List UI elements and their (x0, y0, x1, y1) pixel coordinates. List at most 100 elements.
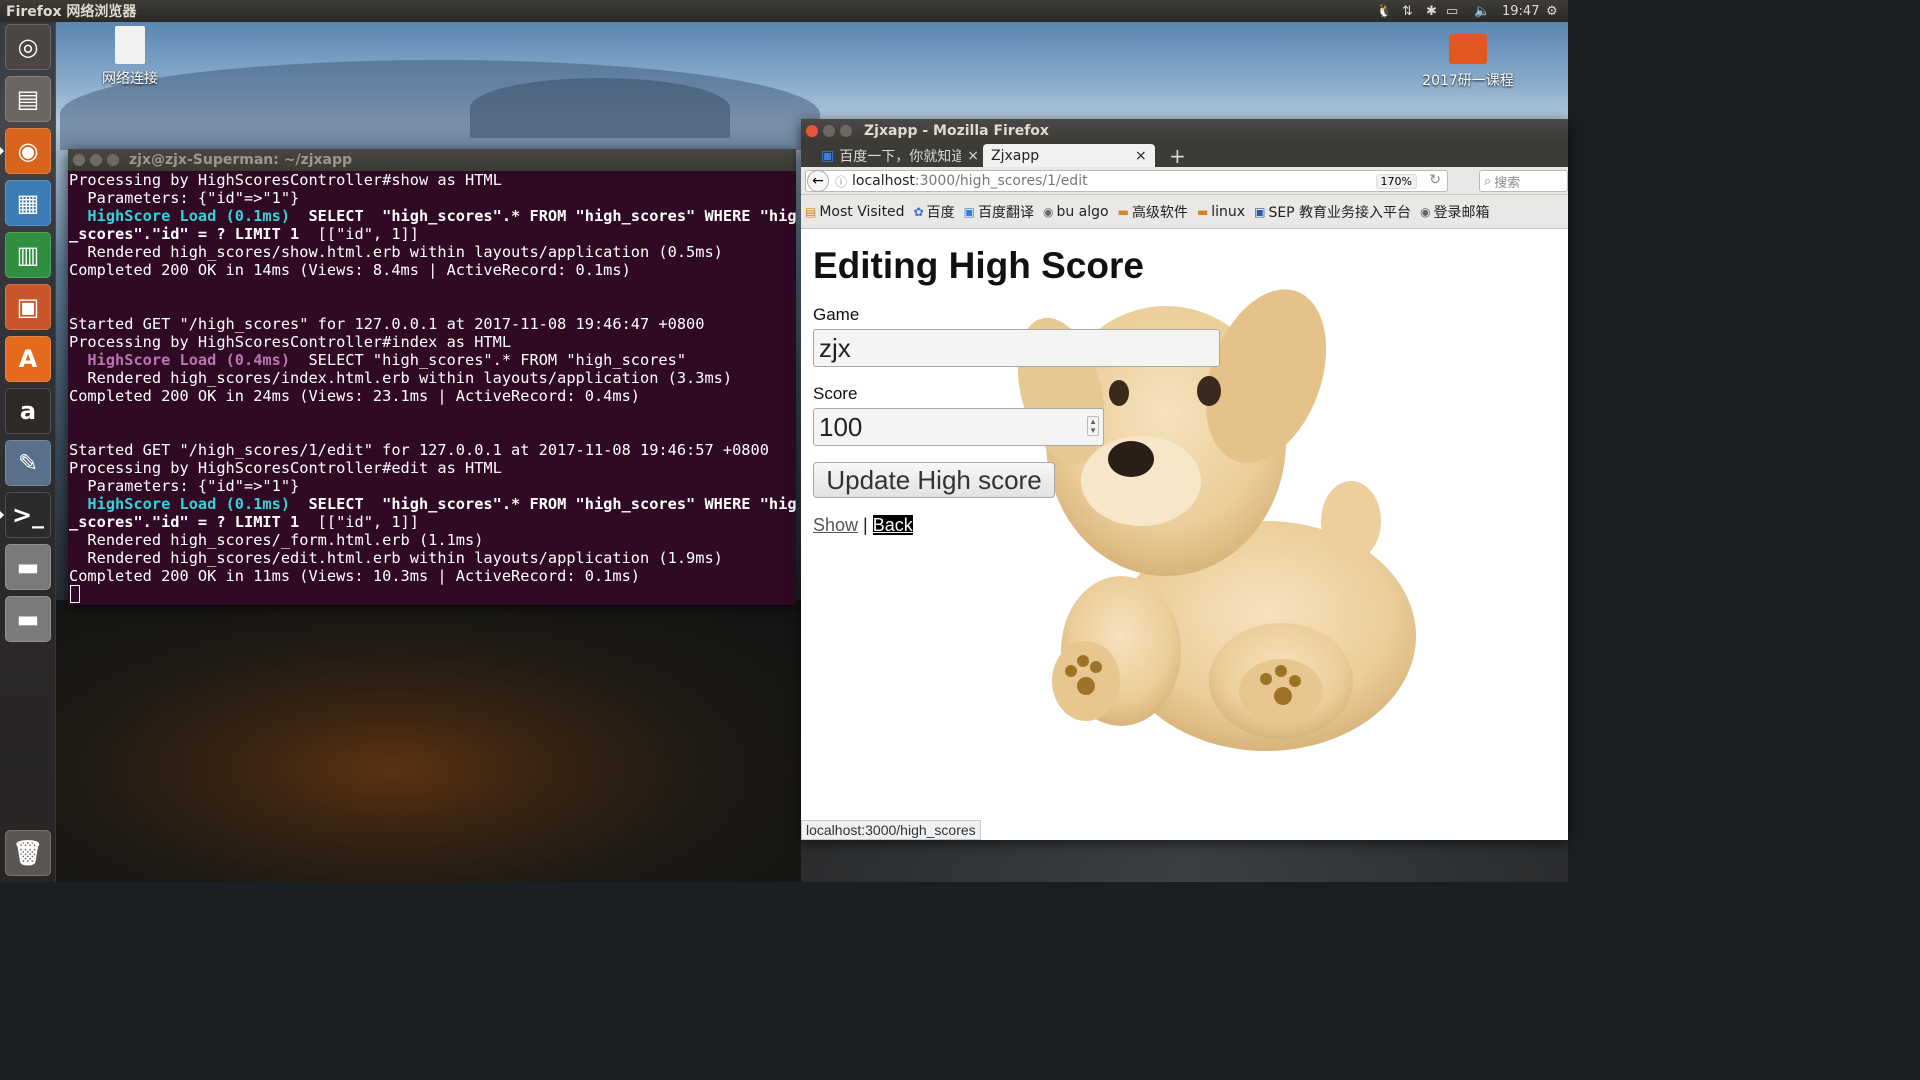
score-input[interactable]: 100 ▲ ▼ (813, 408, 1104, 446)
close-tab-icon[interactable]: × (967, 148, 979, 164)
desktop-icon-course-folder[interactable]: 2017研一课程 (1418, 34, 1518, 90)
ubuntu-dash-icon[interactable]: ◎ (5, 24, 51, 70)
terminal-icon[interactable]: >_ (0, 492, 51, 538)
terminal-line: Processing by HighScoresController#edit … (69, 459, 502, 477)
zoom-indicator[interactable]: 170% (1375, 174, 1417, 189)
terminal-window[interactable]: zjx@zjx-Superman: ~/zjxapp Processing by… (68, 149, 796, 605)
firefox-titlebar[interactable]: Zjxapp - Mozilla Firefox (801, 119, 1568, 143)
bookmark-mail-login[interactable]: ◉ 登录邮箱 (1420, 202, 1489, 222)
drive-icon-2[interactable]: ▬ (5, 596, 51, 642)
game-input[interactable]: zjx (813, 329, 1220, 367)
presentation-icon[interactable]: ▣ (5, 284, 51, 330)
tab-zjxapp[interactable]: Zjxapp × (983, 144, 1155, 167)
tab-label: 百度一下，你就知道 (839, 148, 962, 165)
bookmark-label: SEP 教育业务接入平台 (1268, 204, 1412, 221)
bookmarks-toolbar: ▤ Most Visited ✿ 百度 ▣ 百度翻译 ◉ bu algo ▬ 高级软件 ▬… (801, 195, 1568, 229)
spreadsheet-icon[interactable]: ▥ (5, 232, 51, 278)
desktop-icon-label: 网络连接 (102, 71, 158, 87)
url-host: localhost (852, 173, 915, 189)
search-icon: ⌕ (1484, 173, 1492, 189)
page-title: Editing High Score (813, 245, 1144, 286)
bookmark-label: linux (1211, 203, 1246, 220)
minimize-icon[interactable] (823, 125, 835, 137)
desktop-icon-network[interactable]: 网络连接 (94, 26, 166, 88)
terminal-line: HighScore Load (0.4ms) SELECT "high_scor… (87, 351, 687, 369)
bookmark-label: Most Visited (819, 203, 905, 220)
terminal-cursor (70, 585, 80, 603)
image-viewer-icon[interactable]: ▦ (5, 180, 51, 226)
url-bar[interactable]: ← ⓘ localhost:3000/high_scores/1/edit 17… (805, 170, 1448, 192)
terminal-line: Processing by HighScoresController#show … (69, 171, 502, 189)
search-placeholder: 搜索 (1494, 175, 1521, 191)
trash-icon[interactable]: 🗑 (5, 830, 51, 876)
amazon-icon[interactable]: a (5, 388, 51, 434)
back-link[interactable]: Back (872, 515, 913, 535)
terminal-line: Started GET "/high_scores/1/edit" for 12… (69, 441, 769, 459)
minimize-icon[interactable] (90, 154, 102, 166)
baidu-favicon: ▣ (821, 147, 835, 164)
game-label: Game (813, 305, 860, 324)
gear-icon[interactable]: ⚙ (1546, 0, 1558, 22)
terminal-line: Rendered high_scores/_form.html.erb (1.1… (69, 531, 484, 549)
window-title: Zjxapp - Mozilla Firefox (864, 123, 1049, 139)
files-icon[interactable]: ▤ (5, 76, 51, 122)
terminal-output[interactable]: Processing by HighScoresController#show … (68, 171, 796, 605)
score-label: Score (813, 384, 858, 403)
firefox-icon[interactable]: ◉ (0, 128, 51, 174)
bookmark-sep[interactable]: ▣ SEP 教育业务接入平台 (1254, 202, 1411, 222)
maximize-icon[interactable] (107, 154, 119, 166)
wallpaper-forest-right (801, 838, 1568, 882)
show-link[interactable]: Show (813, 515, 858, 535)
terminal-line: HighScore Load (0.1ms) SELECT "high_scor… (87, 207, 796, 225)
bookmark-label: 登录邮箱 (1433, 204, 1490, 221)
bookmark-baidu[interactable]: ✿ 百度 (914, 202, 955, 222)
terminal-titlebar[interactable]: zjx@zjx-Superman: ~/zjxapp (68, 149, 796, 171)
tab-label: Zjxapp (991, 147, 1040, 164)
terminal-line: Rendered high_scores/edit.html.erb withi… (69, 549, 723, 567)
drive-icon[interactable]: ▬ (5, 544, 51, 590)
network-icon[interactable]: ⇅ (1402, 0, 1413, 22)
update-high-score-button[interactable]: Update High score (813, 462, 1055, 498)
bookmark-label: 百度 (926, 204, 955, 221)
new-tab-button[interactable]: + (1161, 144, 1186, 168)
reload-icon[interactable]: ↻ (1429, 172, 1441, 188)
tux-icon[interactable]: 🐧 (1376, 0, 1392, 22)
terminal-line: Completed 200 OK in 11ms (Views: 10.3ms … (69, 567, 640, 585)
bookmark-bu-algo[interactable]: ◉ bu algo (1043, 204, 1109, 220)
number-spinner-icon[interactable]: ▲ ▼ (1087, 416, 1099, 436)
bluetooth-icon[interactable]: ✱ (1426, 0, 1437, 22)
bookmark-baidu-fanyi[interactable]: ▣ 百度翻译 (964, 202, 1034, 222)
terminal-line: Parameters: {"id"=>"1"} (69, 189, 300, 207)
tab-baidu[interactable]: ▣ 百度一下，你就知道 × (813, 144, 983, 167)
back-arrow-icon[interactable]: ← (807, 170, 829, 192)
close-icon[interactable] (73, 154, 85, 166)
navigation-toolbar: ← ⓘ localhost:3000/high_scores/1/edit 17… (801, 167, 1568, 195)
firefox-window[interactable]: Zjxapp - Mozilla Firefox ▣ 百度一下，你就知道 × Z… (801, 119, 1568, 840)
terminal-line: _scores"."id" = ? LIMIT 1 [["id", 1]] (69, 225, 419, 243)
status-bar-url: localhost:3000/high_scores (801, 820, 981, 840)
close-icon[interactable] (806, 125, 818, 137)
settings-tools-icon[interactable]: ✎ (5, 440, 51, 486)
folder-icon (1449, 34, 1487, 64)
terminal-line: Processing by HighScoresController#index… (69, 333, 512, 351)
maximize-icon[interactable] (840, 125, 852, 137)
bookmark-folder-advanced-software[interactable]: ▬ 高级软件 (1118, 202, 1188, 222)
page-links: Show | Back (813, 515, 913, 536)
bookmark-most-visited[interactable]: ▤ Most Visited (805, 204, 905, 220)
search-box[interactable]: ⌕ 搜索 (1479, 170, 1568, 192)
clock[interactable]: 19:47 (1502, 0, 1539, 22)
launcher: ◎ ▤ ◉ ▦ ▥ ▣ A a ✎ >_ ▬ ▬ 🗑 (0, 22, 56, 882)
battery-icon[interactable]: ▭ (1446, 0, 1458, 22)
software-center-icon[interactable]: A (5, 336, 51, 382)
desktop-icon-label: 2017研一课程 (1422, 73, 1514, 89)
volume-icon[interactable]: 🔈 (1474, 0, 1490, 22)
active-app-title: Firefox 网络浏览器 (6, 4, 137, 20)
terminal-line: Rendered high_scores/show.html.erb withi… (69, 243, 723, 261)
close-tab-icon[interactable]: × (1135, 148, 1147, 164)
info-icon[interactable]: ⓘ (835, 173, 847, 190)
bookmark-folder-linux[interactable]: ▬ linux (1197, 204, 1245, 220)
